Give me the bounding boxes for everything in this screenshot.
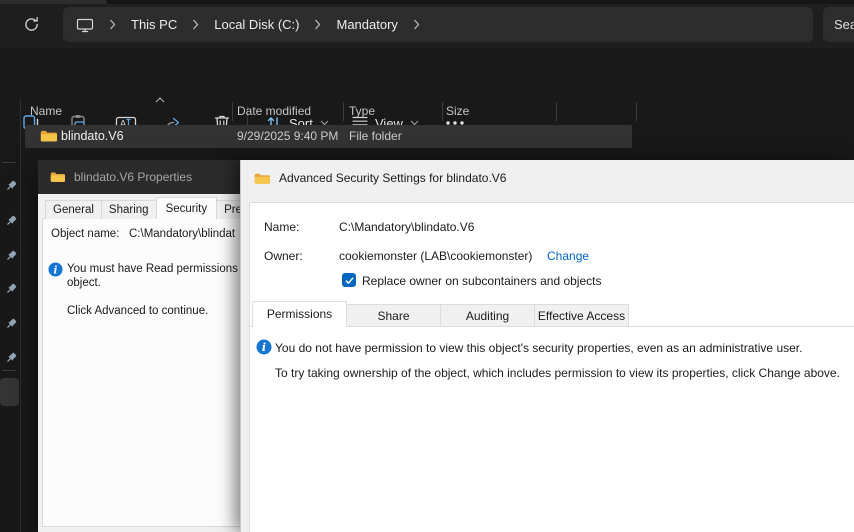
sidebar-pinned-item[interactable] xyxy=(0,280,19,298)
advanced-security-dialog: Advanced Security Settings for blindato.… xyxy=(240,160,854,532)
no-permission-warning: You do not have permission to view this … xyxy=(275,341,802,355)
properties-tab-strip: General Sharing Security Previous xyxy=(45,197,244,219)
active-tab-remnant xyxy=(0,0,106,4)
replace-owner-checkbox[interactable] xyxy=(342,273,356,287)
properties-dialog-titlebar[interactable]: blindato.V6 Properties xyxy=(38,160,244,194)
tab-sharing[interactable]: Sharing xyxy=(101,200,157,219)
column-header-name[interactable]: Name xyxy=(30,104,62,118)
take-ownership-hint: To try taking ownership of the object, w… xyxy=(275,366,840,380)
security-tab-page: Object name: C:\Mandatory\blindat i You … xyxy=(42,218,244,527)
this-pc-icon xyxy=(76,17,94,33)
svg-text:i: i xyxy=(54,264,58,276)
chevron-right-icon[interactable] xyxy=(413,19,420,30)
column-divider[interactable] xyxy=(442,102,443,121)
file-type: File folder xyxy=(349,129,402,143)
change-owner-link[interactable]: Change xyxy=(547,249,589,263)
sidebar-selected-item[interactable] xyxy=(0,378,19,406)
column-header-type[interactable]: Type xyxy=(349,104,375,118)
advanced-dialog-titlebar[interactable]: Advanced Security Settings for blindato.… xyxy=(241,160,854,196)
sidebar-pinned-item[interactable] xyxy=(0,247,19,265)
folder-icon xyxy=(50,171,65,183)
refresh-button[interactable] xyxy=(14,9,48,39)
column-divider[interactable] xyxy=(343,102,344,121)
properties-dialog-body: General Sharing Security Previous Object… xyxy=(38,194,244,532)
navpane-splitter[interactable] xyxy=(20,100,21,532)
svg-text:i: i xyxy=(262,341,266,354)
info-icon: i xyxy=(48,262,63,277)
pin-icon xyxy=(5,352,17,364)
advanced-dialog-title: Advanced Security Settings for blindato.… xyxy=(279,171,506,185)
search-text: Sea xyxy=(834,17,854,32)
breadcrumb-local-disk-c[interactable]: Local Disk (C:) xyxy=(214,17,299,32)
permissions-warning-line2: object. xyxy=(67,277,101,289)
tab-auditing[interactable]: Auditing xyxy=(440,304,535,327)
name-value: C:\Mandatory\blindato.V6 xyxy=(339,220,474,234)
tab-share[interactable]: Share xyxy=(346,304,441,327)
object-name-label: Object name: xyxy=(51,228,119,240)
properties-dialog-title: blindato.V6 Properties xyxy=(74,170,192,184)
tabbar-background xyxy=(106,0,854,4)
command-toolbar: A Sort View xyxy=(0,48,854,100)
owner-value: cookiemonster (LAB\cookiemonster) xyxy=(339,249,532,263)
column-divider[interactable] xyxy=(556,102,557,121)
replace-owner-label[interactable]: Replace owner on subcontainers and objec… xyxy=(362,274,601,288)
screen: This PC Local Disk (C:) Mandatory Sea A xyxy=(0,0,854,532)
sidebar-pinned-item[interactable] xyxy=(0,315,19,333)
column-header-date-modified[interactable]: Date modified xyxy=(237,104,311,118)
sidebar-pinned-item[interactable] xyxy=(0,349,19,367)
tab-permissions[interactable]: Permissions xyxy=(252,301,347,327)
search-input[interactable]: Sea xyxy=(823,7,854,42)
navpane-divider xyxy=(2,370,16,371)
address-bar[interactable]: This PC Local Disk (C:) Mandatory xyxy=(63,7,813,42)
refresh-icon xyxy=(23,16,40,33)
column-header-size[interactable]: Size xyxy=(446,104,469,118)
info-icon: i xyxy=(256,339,272,355)
pin-icon xyxy=(5,250,17,262)
pin-icon xyxy=(5,180,17,192)
breadcrumb-mandatory[interactable]: Mandatory xyxy=(336,17,397,32)
sidebar-pinned-item[interactable] xyxy=(0,212,19,230)
file-name[interactable]: blindato.V6 xyxy=(61,129,124,143)
file-date-modified: 9/29/2025 9:40 PM xyxy=(237,129,338,143)
advanced-dialog-panel: Name: C:\Mandatory\blindato.V6 Owner: co… xyxy=(249,202,854,532)
sort-ascending-icon xyxy=(155,97,165,103)
advanced-hint-text: Click Advanced to continue. xyxy=(67,305,208,317)
folder-icon xyxy=(40,129,57,143)
object-name-value: C:\Mandatory\blindat xyxy=(129,228,235,240)
pin-icon xyxy=(5,318,17,330)
properties-dialog: blindato.V6 Properties General Sharing S… xyxy=(38,160,244,532)
pin-icon xyxy=(5,215,17,227)
navpane-divider xyxy=(2,162,16,163)
tab-general[interactable]: General xyxy=(45,200,102,219)
chevron-right-icon xyxy=(109,19,116,30)
pin-icon xyxy=(5,283,17,295)
column-divider[interactable] xyxy=(232,102,233,121)
column-divider[interactable] xyxy=(636,102,637,121)
sidebar-pinned-item[interactable] xyxy=(0,177,19,195)
folder-icon xyxy=(254,172,270,185)
tab-effective-access[interactable]: Effective Access xyxy=(534,304,629,327)
permissions-warning-line1: You must have Read permissions xyxy=(67,263,238,275)
name-label: Name: xyxy=(264,220,299,234)
advanced-tab-strip: Permissions Share Auditing Effective Acc… xyxy=(252,301,628,327)
explorer-titlebar-area: This PC Local Disk (C:) Mandatory Sea xyxy=(0,0,854,48)
checkmark-icon xyxy=(344,275,355,286)
owner-label: Owner: xyxy=(264,249,303,263)
chevron-right-icon[interactable] xyxy=(192,19,199,30)
tab-security[interactable]: Security xyxy=(156,197,218,219)
breadcrumb-this-pc[interactable]: This PC xyxy=(131,17,177,32)
chevron-right-icon[interactable] xyxy=(314,19,321,30)
